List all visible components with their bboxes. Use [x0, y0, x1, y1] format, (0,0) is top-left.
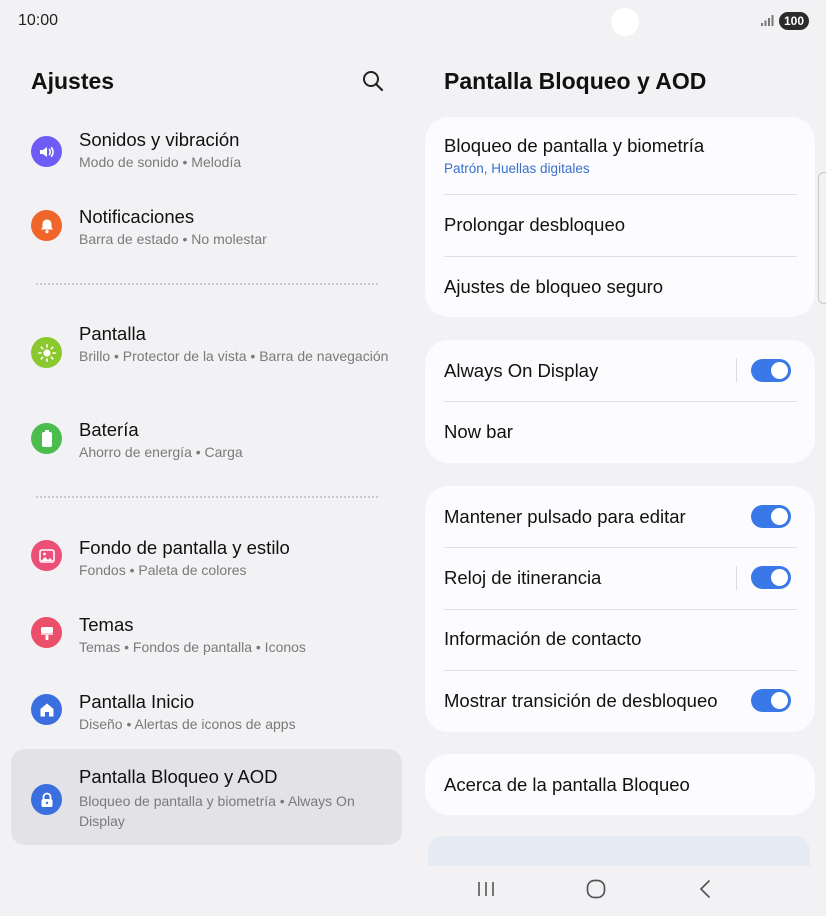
row-secure-lock-settings[interactable]: Ajustes de bloqueo seguro: [425, 257, 815, 317]
image-icon: [31, 540, 62, 571]
paint-brush-icon: [31, 617, 62, 648]
item-title: Fondo de pantalla y estilo: [79, 537, 290, 558]
settings-item-battery[interactable]: Batería Ahorro de energía • Carga: [11, 412, 402, 478]
sun-icon: [31, 337, 62, 368]
page-title: Pantalla Bloqueo y AOD: [444, 68, 707, 94]
item-title: Temas: [79, 614, 134, 635]
row-label: Reloj de itinerancia: [444, 567, 602, 588]
camera-cutout: [611, 8, 639, 36]
about-lock-card: Acerca de la pantalla Bloqueo: [425, 754, 815, 815]
settings-item-wallpaper[interactable]: Fondo de pantalla y estilo Fondos • Pale…: [11, 530, 402, 596]
row-label: Now bar: [444, 421, 513, 442]
settings-item-lock-screen[interactable]: Pantalla Bloqueo y AOD Bloqueo de pantal…: [11, 749, 402, 845]
row-label: Información de contacto: [444, 628, 642, 649]
bell-icon: [31, 210, 62, 241]
home-circle-icon[interactable]: [583, 876, 609, 902]
row-roaming-clock[interactable]: Reloj de itinerancia: [425, 548, 815, 609]
recents-icon[interactable]: [474, 876, 498, 902]
item-subtitle: Ahorro de energía • Carga: [79, 444, 243, 460]
item-subtitle: Fondos • Paleta de colores: [79, 562, 247, 578]
row-about-lock-screen[interactable]: Acerca de la pantalla Bloqueo: [425, 754, 815, 815]
settings-item-display[interactable]: Pantalla Brillo • Protector de la vista …: [11, 316, 402, 400]
settings-item-themes[interactable]: Temas Temas • Fondos de pantalla • Icono…: [11, 607, 402, 673]
row-screen-lock-biometrics[interactable]: Bloqueo de pantalla y biometría Patrón, …: [425, 117, 815, 194]
row-separator: [736, 566, 737, 590]
settings-title: Ajustes: [31, 68, 115, 94]
item-title: Sonidos y vibración: [79, 129, 240, 150]
status-bar: 10:00 100: [0, 0, 826, 44]
section-divider: [36, 496, 378, 498]
item-title: Batería: [79, 419, 139, 440]
lock-screen-options-card: Mantener pulsado para editar Reloj de it…: [425, 486, 815, 732]
search-icon[interactable]: [360, 68, 386, 94]
item-subtitle: Temas • Fondos de pantalla • Iconos: [79, 639, 306, 655]
long-press-edit-toggle[interactable]: [751, 505, 791, 528]
row-label: Bloqueo de pantalla y biometría: [444, 135, 705, 156]
row-long-press-edit[interactable]: Mantener pulsado para editar: [425, 486, 815, 547]
status-time: 10:00: [18, 12, 59, 29]
battery-icon: [31, 423, 62, 454]
always-on-display-toggle[interactable]: [751, 359, 791, 382]
edge-panel-handle[interactable]: [818, 172, 826, 304]
item-subtitle: Barra de estado • No molestar: [79, 231, 267, 247]
row-label: Always On Display: [444, 360, 599, 381]
row-always-on-display[interactable]: Always On Display: [425, 340, 815, 401]
aod-card: Always On Display Now bar: [425, 340, 815, 463]
item-subtitle: Diseño • Alertas de iconos de apps: [79, 716, 296, 732]
speaker-icon: [31, 136, 62, 167]
unlock-transition-toggle[interactable]: [751, 689, 791, 712]
row-extend-unlock[interactable]: Prolongar desbloqueo: [425, 195, 815, 256]
row-label: Mostrar transición de desbloqueo: [444, 690, 718, 711]
lock-icon: [31, 784, 62, 815]
row-contact-info[interactable]: Información de contacto: [425, 610, 815, 671]
signal-bars-icon: [761, 15, 774, 26]
battery-level: 100: [779, 12, 810, 30]
item-title: Notificaciones: [79, 206, 195, 227]
row-separator: [736, 358, 737, 382]
item-title: Pantalla Bloqueo y AOD: [79, 766, 278, 787]
row-sublabel: Patrón, Huellas digitales: [444, 161, 590, 176]
settings-item-home-screen[interactable]: Pantalla Inicio Diseño • Alertas de icon…: [11, 684, 402, 750]
roaming-clock-toggle[interactable]: [751, 566, 791, 589]
item-subtitle: Bloqueo de pantalla y biometría • Always…: [79, 793, 355, 829]
home-icon: [31, 694, 62, 725]
back-chevron-icon[interactable]: [694, 876, 716, 902]
row-label: Ajustes de bloqueo seguro: [444, 276, 664, 297]
row-label: Prolongar desbloqueo: [444, 214, 626, 235]
row-label: Acerca de la pantalla Bloqueo: [444, 774, 690, 795]
row-label: Mantener pulsado para editar: [444, 506, 686, 527]
lock-settings-card: Bloqueo de pantalla y biometría Patrón, …: [425, 117, 815, 317]
row-unlock-transition[interactable]: Mostrar transición de desbloqueo: [425, 671, 815, 732]
item-title: Pantalla: [79, 323, 146, 344]
row-now-bar[interactable]: Now bar: [425, 402, 815, 463]
settings-item-notifications[interactable]: Notificaciones Barra de estado • No mole…: [11, 199, 402, 265]
item-subtitle: Modo de sonido • Melodía: [79, 154, 242, 170]
item-subtitle: Brillo • Protector de la vista • Barra d…: [79, 348, 389, 364]
item-title: Pantalla Inicio: [79, 691, 195, 712]
scroll-fade-card: [428, 836, 810, 866]
settings-item-sounds[interactable]: Sonidos y vibración Modo de sonido • Mel…: [11, 122, 402, 188]
section-divider: [36, 283, 378, 285]
